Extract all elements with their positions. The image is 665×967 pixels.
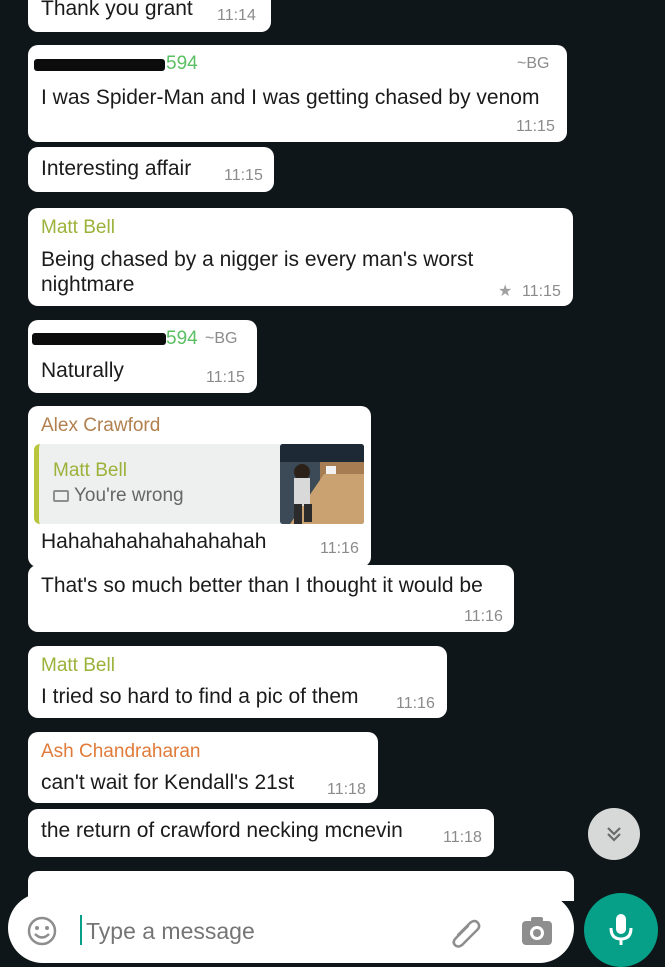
emoji-icon[interactable] [26,915,58,947]
message-text: the return of crawford necking mcnevin [41,819,403,842]
message-time: 11:14 [217,7,256,24]
message-time: 11:15 [522,283,561,300]
camera-small-icon [53,490,69,502]
message-text: Naturally [41,359,124,382]
message-text-continued: nightmare [41,273,135,296]
sender-tag: ~BG [517,55,550,72]
redacted-phone-number [34,59,165,71]
message-text: Being chased by a nigger is every man's … [41,248,474,271]
quoted-text: You're wrong [74,485,184,506]
message-bubble[interactable]: Matt Bell I tried so hard to find a pic … [28,646,447,718]
message-time: 11:16 [320,540,359,557]
message-composer [8,893,574,963]
message-time: 11:16 [396,695,435,712]
message-bubble[interactable]: Thank you grant 11:14 [28,0,271,32]
message-bubble[interactable]: Interesting affair 11:15 [28,147,274,192]
message-text: can't wait for Kendall's 21st [41,771,295,794]
quoted-message[interactable]: Matt Bell You're wrong [34,444,364,524]
message-time: 11:15 [224,167,263,184]
message-time: 11:18 [327,781,366,798]
message-bubble[interactable]: 594 ~BG Naturally 11:15 [28,320,257,393]
message-bubble[interactable]: That's so much better than I thought it … [28,565,514,632]
message-time: 11:18 [443,829,482,846]
chat-area: Thank you grant 11:14 594 ~BG I was Spid… [0,0,665,960]
message-bubble[interactable]: Ash Chandraharan can't wait for Kendall'… [28,732,378,803]
message-text: Interesting affair [41,157,192,180]
quoted-photo-thumbnail [280,444,364,524]
message-bubble[interactable]: Matt Bell Being chased by a nigger is ev… [28,208,573,306]
star-icon: ★ [498,283,513,300]
message-sender: 594 [166,328,198,349]
message-text: Hahahahahahahahahah [41,530,267,553]
bowling-photo [280,444,364,524]
message-bubble[interactable]: 594 ~BG I was Spider-Man and I was getti… [28,45,567,142]
message-input[interactable] [84,913,418,949]
double-chevron-down-icon [607,827,621,842]
message-time: 11:16 [464,608,503,625]
message-text: I tried so hard to find a pic of them [41,685,359,708]
paperclip-icon[interactable] [448,915,484,951]
message-text: I was Spider-Man and I was getting chase… [41,86,540,109]
message-time: 11:15 [206,369,245,386]
message-sender: Matt Bell [41,655,115,676]
message-sender: Ash Chandraharan [41,741,201,762]
scroll-to-bottom-button[interactable] [588,808,640,860]
message-bubble[interactable]: the return of crawford necking mcnevin 1… [28,809,494,857]
message-text: That's so much better than I thought it … [41,574,483,597]
message-sender: 594 [166,53,198,74]
message-sender: Matt Bell [41,217,115,238]
text-cursor [80,915,82,945]
redacted-phone-number [32,333,166,345]
microphone-icon [609,914,633,945]
sender-tag: ~BG [205,330,238,347]
message-sender: Alex Crawford [41,415,161,436]
message-time: 11:15 [516,118,555,135]
message-text: Thank you grant [41,0,193,20]
voice-message-button[interactable] [584,893,658,967]
camera-icon[interactable] [520,915,554,947]
quoted-sender: Matt Bell [53,460,127,481]
message-bubble[interactable]: Alex Crawford Matt Bell You're wrong Hah… [28,406,371,567]
